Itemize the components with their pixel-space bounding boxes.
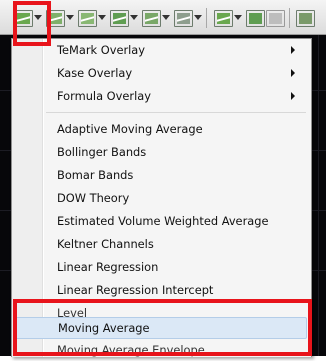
menu-item-label: DOW Theory (57, 191, 130, 205)
chevron-down-icon[interactable] (162, 15, 170, 20)
submenu-arrow-icon (291, 46, 295, 54)
menu-item-label: Adaptive Moving Average (57, 122, 203, 136)
chevron-down-icon[interactable] (130, 15, 138, 20)
annotation-highlight-menu-item (13, 299, 312, 356)
menu-item-formula-overlay[interactable]: Formula Overlay (15, 85, 307, 107)
chevron-down-icon[interactable] (234, 15, 242, 20)
menu-item-linear-regression-intercept[interactable]: Linear Regression Intercept (15, 279, 307, 301)
menu-item-label: TeMark Overlay (57, 43, 146, 57)
menu-item-label: Bollinger Bands (57, 145, 147, 159)
menu-item-temark-overlay[interactable]: TeMark Overlay (15, 39, 307, 61)
menu-item-label: Linear Regression Intercept (57, 283, 214, 297)
chart-type-icon[interactable] (214, 10, 233, 27)
menu-item-adaptive-moving-average[interactable]: Adaptive Moving Average (15, 118, 307, 140)
menu-item-label: Formula Overlay (57, 89, 151, 103)
layout-icon[interactable] (296, 10, 315, 27)
menu-item-label: Bomar Bands (57, 168, 134, 182)
study-icon[interactable] (174, 10, 193, 27)
bar-chart-icon[interactable] (110, 10, 129, 27)
menu-item-bomar-bands[interactable]: Bomar Bands (15, 164, 307, 186)
submenu-arrow-icon (291, 92, 295, 100)
window-icon[interactable] (266, 10, 285, 27)
submenu-arrow-icon (291, 69, 295, 77)
menu-separator (46, 112, 306, 113)
menu-item-keltner-channels[interactable]: Keltner Channels (15, 233, 307, 255)
close-chart-icon[interactable] (246, 10, 265, 27)
menu-item-label: Linear Regression (57, 260, 159, 274)
toolbar-separator (206, 8, 207, 28)
chevron-down-icon[interactable] (98, 15, 106, 20)
grid-line (318, 0, 319, 356)
line-study-icon[interactable] (78, 10, 97, 27)
menu-item-dow-theory[interactable]: DOW Theory (15, 187, 307, 209)
menu-item-linear-regression[interactable]: Linear Regression (15, 256, 307, 278)
chevron-down-icon[interactable] (194, 15, 202, 20)
toolbar-separator (289, 8, 290, 28)
menu-item-label: Estimated Volume Weighted Average (57, 214, 269, 228)
menu-item-kase-overlay[interactable]: Kase Overlay (15, 62, 307, 84)
menu-item-bollinger-bands[interactable]: Bollinger Bands (15, 141, 307, 163)
annotation-highlight-toolbar-button (13, 1, 51, 46)
menu-item-label: Kase Overlay (57, 66, 133, 80)
chevron-down-icon[interactable] (66, 15, 74, 20)
analysis-icon[interactable] (142, 10, 161, 27)
menu-item-label: Keltner Channels (57, 237, 154, 251)
menu-item-estimated-volume-weighted-average[interactable]: Estimated Volume Weighted Average (15, 210, 307, 232)
